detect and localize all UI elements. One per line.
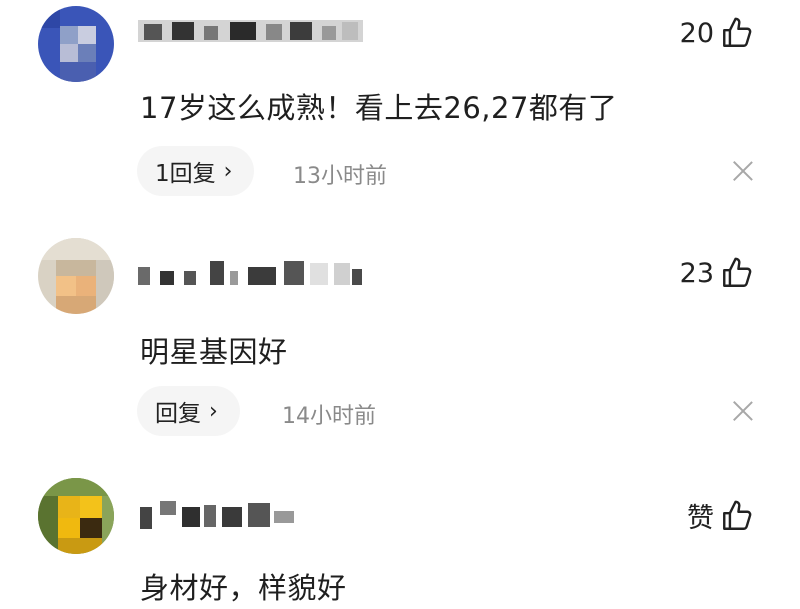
comment-text: 身材好，样貌好 [140,571,347,605]
like-button[interactable]: 赞 [687,496,754,535]
reply-label: 1回复 [155,161,216,187]
like-count: 20 [679,17,714,49]
avatar[interactable] [38,238,114,314]
avatar[interactable] [38,6,114,82]
close-icon[interactable] [732,160,754,182]
thumbs-up-icon [723,257,752,287]
thumbs-up-icon [723,500,752,530]
reply-button[interactable]: 1回复 › [137,146,255,196]
chevron-right-icon: › [209,398,218,424]
username[interactable] [138,257,363,287]
chevron-right-icon: › [223,158,233,184]
username[interactable] [138,497,298,529]
comment-text: 17岁这么成熟！看上去26,27都有了 [140,91,618,125]
reply-button[interactable]: 回复 › [137,386,240,436]
like-count: 赞 [687,503,714,534]
like-button[interactable]: 23 [680,256,754,290]
comment-text: 明星基因好 [140,335,288,369]
username[interactable] [138,16,363,46]
like-count: 23 [679,257,714,289]
avatar[interactable] [38,478,114,554]
reply-label: 回复 [155,401,201,427]
timestamp: 14小时前 [282,404,376,429]
thumbs-up-icon [723,17,752,47]
like-button[interactable]: 20 [680,16,754,50]
close-icon[interactable] [732,400,754,422]
timestamp: 13小时前 [293,164,387,189]
